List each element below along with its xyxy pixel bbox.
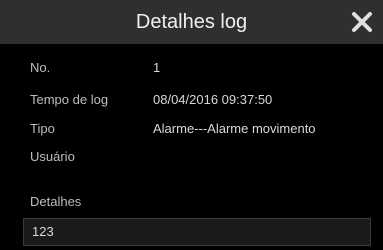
dialog-title: Detalhes log [135, 11, 248, 33]
field-row-log-time: Tempo de log 08/04/2016 09:37:50 [30, 91, 272, 109]
log-details-dialog: Detalhes log No. 1 Tempo de log 08/04/20… [0, 0, 383, 250]
field-value: 1 [153, 60, 161, 75]
field-value: Alarme---Alarme movimento [153, 121, 316, 136]
close-icon [352, 12, 372, 32]
details-label: Detalhes [30, 194, 82, 209]
field-value: 08/04/2016 09:37:50 [153, 92, 273, 107]
field-label: Tipo [30, 121, 55, 136]
dialog-body: No. 1 Tempo de log 08/04/2016 09:37:50 T… [0, 44, 383, 250]
close-button[interactable] [347, 7, 377, 37]
dialog-header: Detalhes log [0, 0, 383, 44]
field-row-user: Usuário [30, 148, 75, 166]
field-label: No. [30, 60, 51, 75]
field-label: Tempo de log [30, 92, 109, 107]
field-row-no: No. 1 [30, 59, 160, 77]
field-label: Usuário [30, 149, 75, 164]
details-field[interactable]: 123 [23, 218, 371, 246]
field-row-type: Tipo Alarme---Alarme movimento [30, 120, 316, 138]
